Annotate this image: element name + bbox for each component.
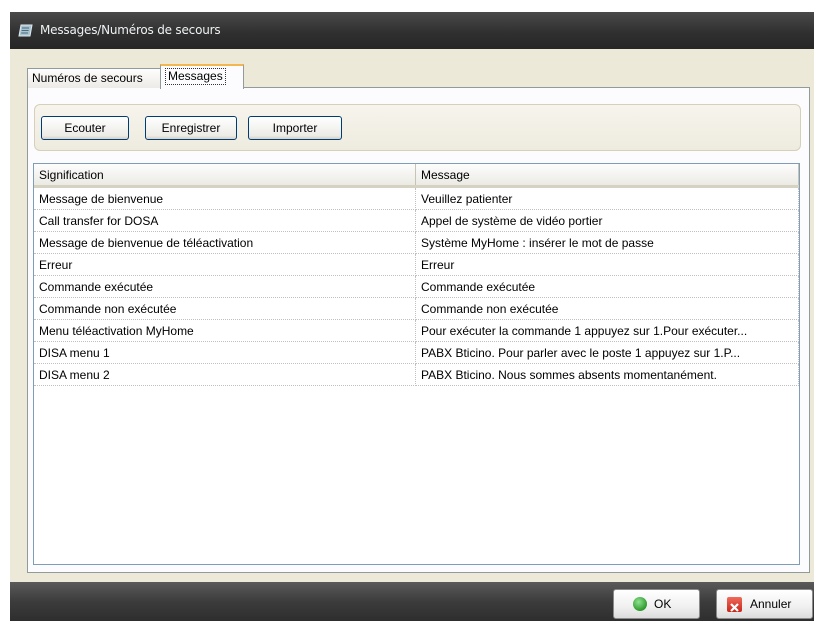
column-header-signification[interactable]: Signification — [34, 164, 416, 188]
cancel-button[interactable]: Annuler — [716, 589, 813, 619]
cell-message[interactable]: PABX Bticino. Pour parler avec le poste … — [415, 341, 799, 364]
import-button[interactable]: Importer — [248, 116, 342, 140]
tab-label: Numéros de secours — [32, 71, 143, 85]
cell-message[interactable]: Commande exécutée — [415, 275, 799, 298]
messages-table[interactable]: Signification Message Message de bienven… — [33, 163, 800, 565]
table-header-row: Signification Message — [34, 164, 799, 188]
cell-message[interactable]: Pour exécuter la commande 1 appuyez sur … — [415, 319, 799, 342]
cell-signification[interactable]: Message de bienvenue — [34, 186, 416, 210]
table-row[interactable]: Menu téléactivation MyHome Pour exécuter… — [34, 319, 799, 342]
listen-button[interactable]: Ecouter — [41, 116, 129, 140]
cell-signification[interactable]: Menu téléactivation MyHome — [34, 319, 416, 342]
table-row[interactable]: Commande non exécutée Commande non exécu… — [34, 297, 799, 320]
column-header-message[interactable]: Message — [415, 164, 799, 188]
table-row[interactable]: Message de bienvenue de téléactivation S… — [34, 231, 799, 254]
record-button[interactable]: Enregistrer — [145, 116, 237, 140]
check-circle-icon — [633, 597, 647, 611]
ok-button[interactable]: OK — [613, 589, 700, 619]
cell-message[interactable]: Système MyHome : insérer le mot de passe — [415, 231, 799, 254]
cell-message[interactable]: Commande non exécutée — [415, 297, 799, 320]
cell-signification[interactable]: Erreur — [34, 253, 416, 276]
ok-label: OK — [654, 597, 672, 611]
tab-label: Messages — [165, 68, 226, 85]
cancel-label: Annuler — [750, 597, 792, 611]
notebook-icon — [18, 24, 33, 37]
cell-signification[interactable]: Commande exécutée — [34, 275, 416, 298]
tab-messages[interactable]: Messages — [160, 64, 244, 89]
table-row[interactable]: DISA menu 2 PABX Bticino. Nous sommes ab… — [34, 363, 799, 386]
cell-message[interactable]: Erreur — [415, 253, 799, 276]
dialog-window: Messages/Numéros de secours Numéros de s… — [0, 0, 814, 621]
red-x-icon — [727, 597, 742, 612]
cell-signification[interactable]: Message de bienvenue de téléactivation — [34, 231, 416, 254]
cell-message[interactable]: Veuillez patienter — [415, 186, 799, 210]
table-row[interactable]: Call transfer for DOSA Appel de système … — [34, 209, 799, 232]
table-row[interactable]: Commande exécutée Commande exécutée — [34, 275, 799, 298]
cell-message[interactable]: PABX Bticino. Nous sommes absents moment… — [415, 363, 799, 386]
cell-signification[interactable]: DISA menu 1 — [34, 341, 416, 364]
cell-signification[interactable]: Commande non exécutée — [34, 297, 416, 320]
table-row[interactable]: DISA menu 1 PABX Bticino. Pour parler av… — [34, 341, 799, 364]
cell-signification[interactable]: DISA menu 2 — [34, 363, 416, 386]
table-row[interactable]: Erreur Erreur — [34, 253, 799, 276]
tab-numeros-de-secours[interactable]: Numéros de secours — [27, 68, 161, 88]
window-title: Messages/Numéros de secours — [40, 23, 221, 37]
table-row[interactable]: Message de bienvenue Veuillez patienter — [34, 186, 799, 210]
title-bar[interactable]: Messages/Numéros de secours — [10, 12, 814, 49]
cell-signification[interactable]: Call transfer for DOSA — [34, 209, 416, 232]
cell-message[interactable]: Appel de système de vidéo portier — [415, 209, 799, 232]
